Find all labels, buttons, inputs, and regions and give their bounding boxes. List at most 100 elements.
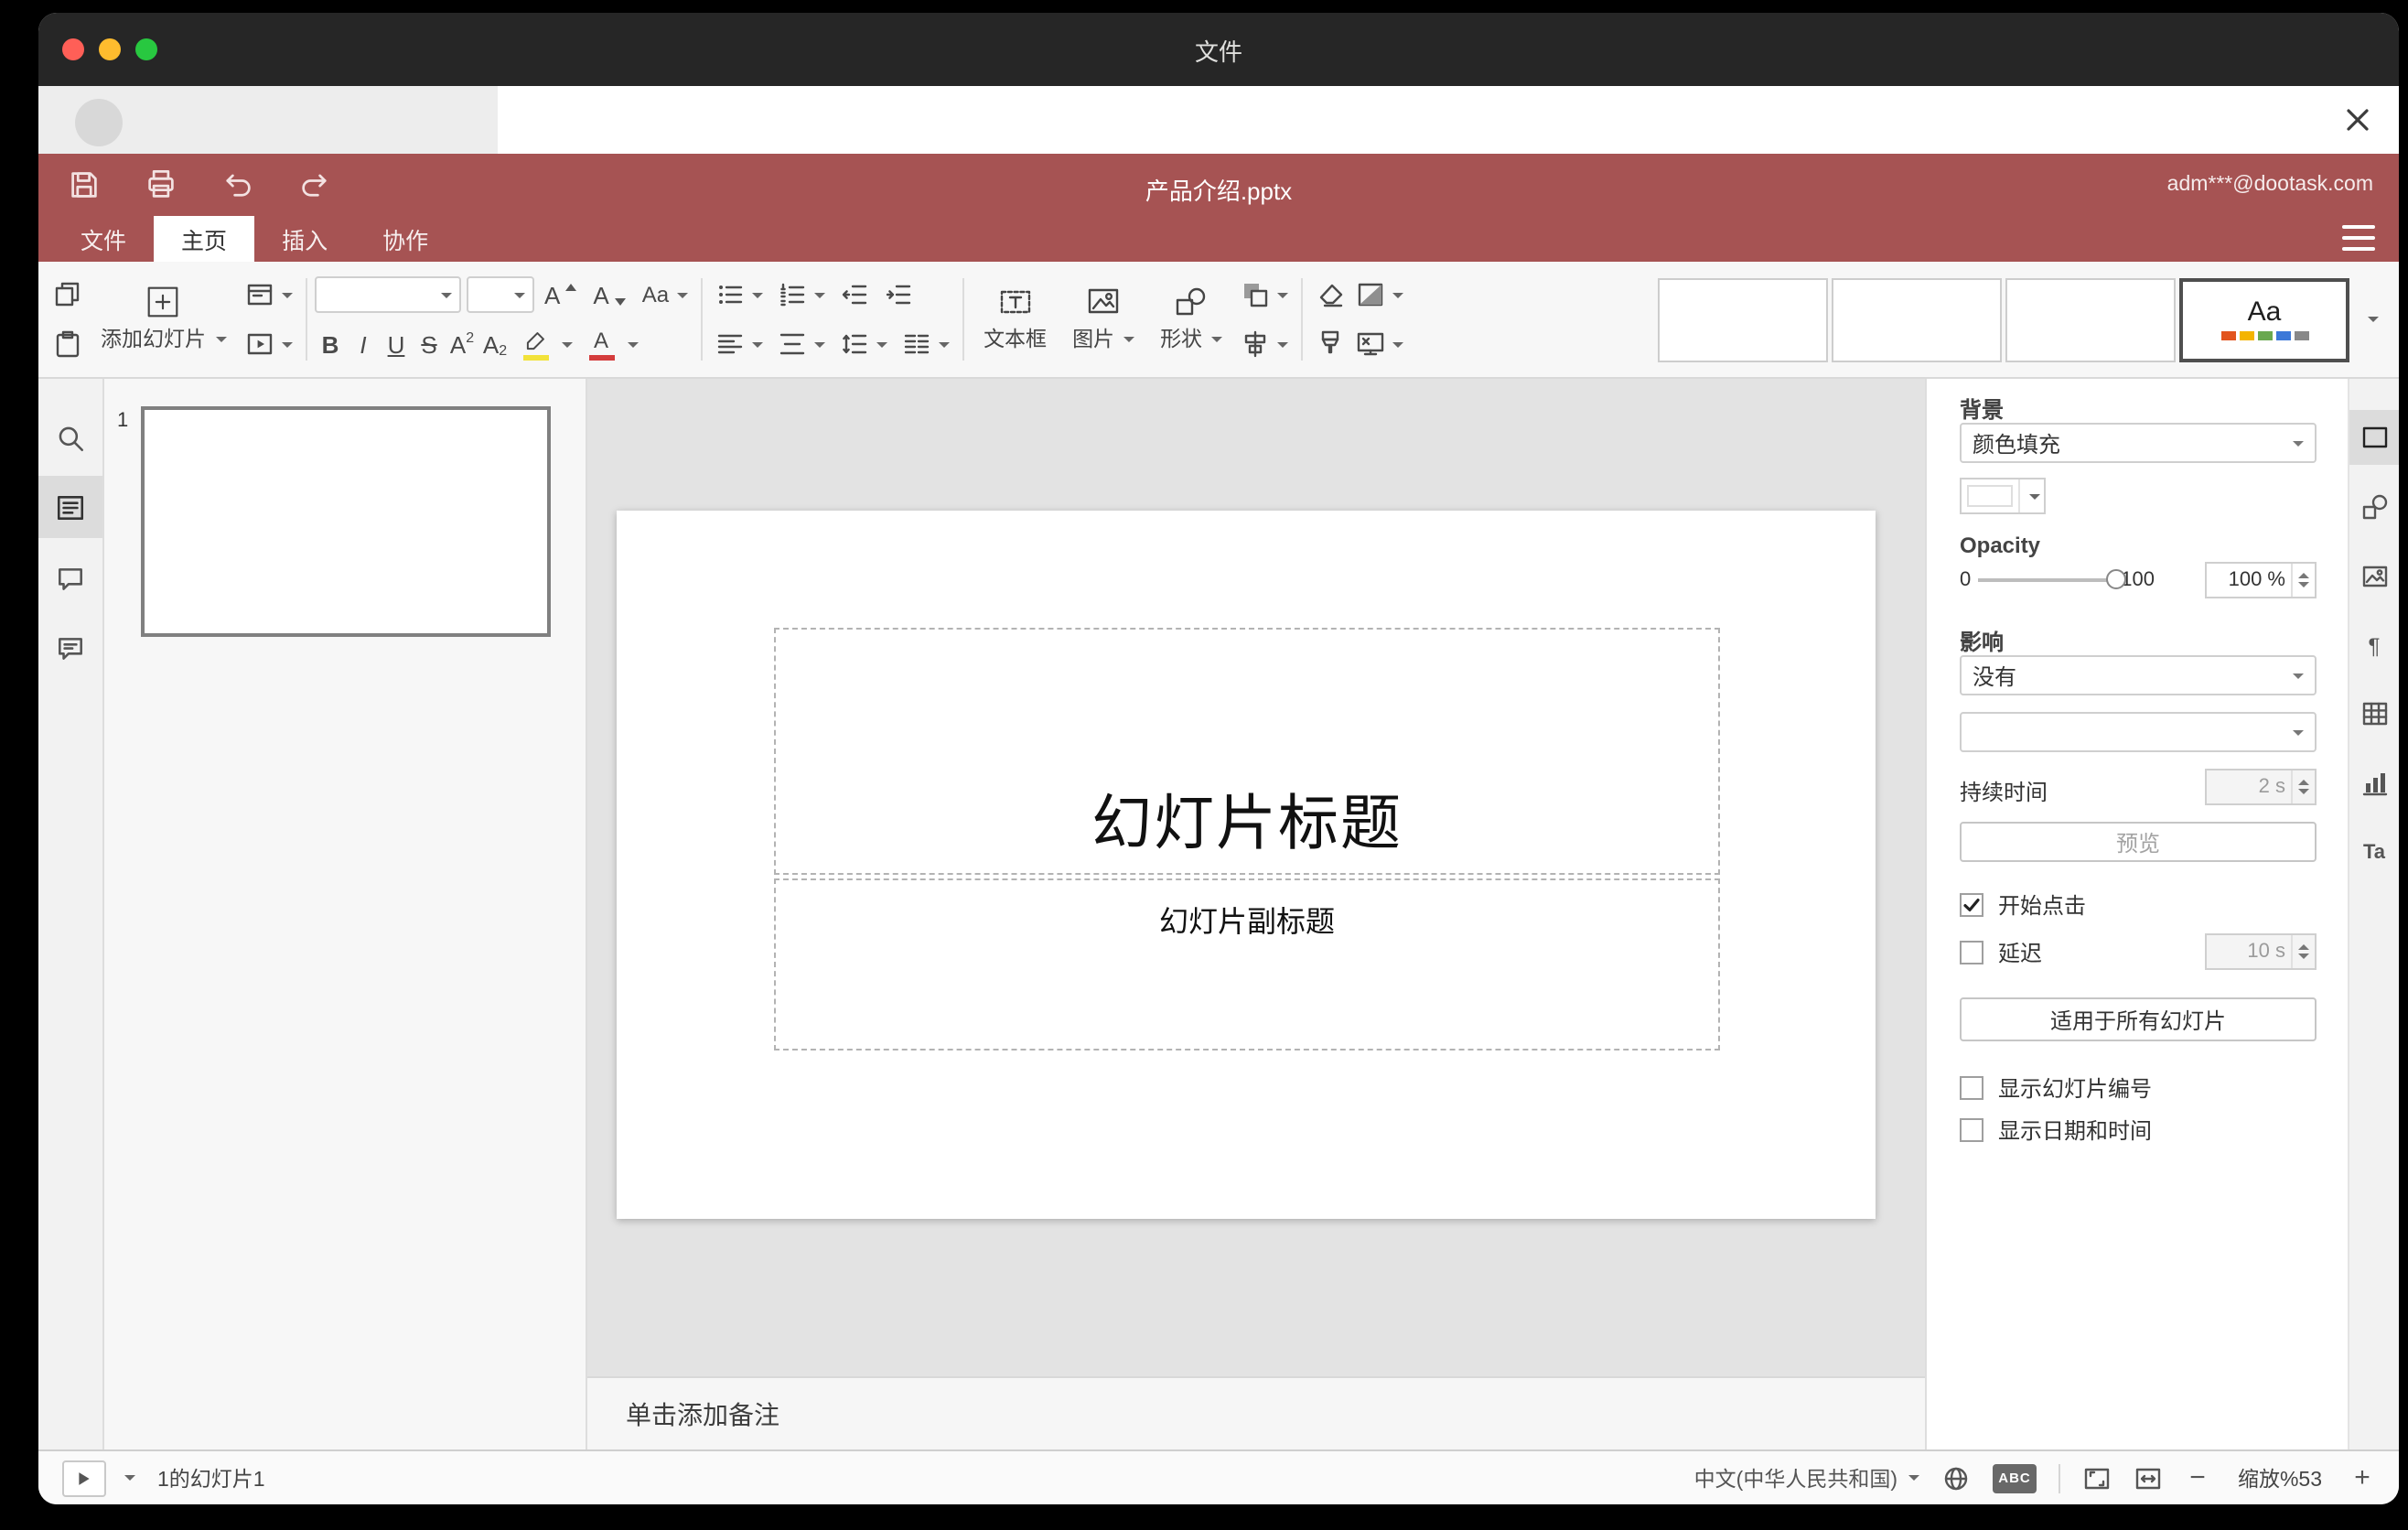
clear-style-button[interactable] (1310, 275, 1350, 315)
show-date-time-row[interactable]: 显示日期和时间 (1960, 1115, 2152, 1146)
insert-textbox-button[interactable]: 文本框 (971, 286, 1059, 353)
start-slideshow-button[interactable] (239, 324, 297, 364)
checkbox-unchecked[interactable] (1960, 1076, 1983, 1100)
fill-type-select[interactable]: 颜色填充 (1960, 423, 2317, 463)
strikeout-button[interactable]: S (413, 324, 446, 364)
tab-textart-settings[interactable]: Ta (2349, 825, 2399, 880)
increase-indent-button[interactable] (877, 275, 918, 315)
theme-tile[interactable] (2005, 277, 2176, 361)
opacity-slider[interactable]: 0 100 (1960, 562, 2201, 598)
duration-spinner[interactable]: 2 s (2205, 769, 2317, 805)
tab-home[interactable]: 主页 (154, 216, 255, 262)
start-on-click-checkbox-row[interactable]: 开始点击 (1960, 889, 2086, 921)
tab-slide-settings[interactable] (2349, 410, 2399, 465)
theme-tile[interactable] (1658, 277, 1828, 361)
print-icon[interactable] (145, 168, 177, 201)
zoom-in-button[interactable]: + (2349, 1462, 2375, 1493)
font-size-select[interactable] (466, 276, 533, 313)
decrease-indent-button[interactable] (833, 275, 874, 315)
tab-file[interactable]: 文件 (53, 216, 154, 262)
tab-table-settings[interactable] (2349, 686, 2399, 741)
arrange-shapes-button[interactable] (1235, 275, 1294, 315)
copy-style-button[interactable] (1310, 324, 1350, 364)
theme-gallery-expand-button[interactable] (2353, 277, 2390, 361)
insert-image-button[interactable]: 图片 (1059, 286, 1147, 353)
undo-icon[interactable] (221, 168, 254, 201)
slide-layout-button[interactable] (239, 275, 297, 315)
save-icon[interactable] (68, 168, 101, 201)
underline-button[interactable]: U (380, 324, 413, 364)
close-icon[interactable] (2340, 102, 2375, 137)
italic-button[interactable]: I (347, 324, 380, 364)
spinner-arrows[interactable] (2291, 564, 2315, 597)
opacity-spinner[interactable]: 100 % (2205, 562, 2317, 598)
checkbox-checked[interactable] (1960, 893, 1983, 917)
increase-font-button[interactable]: A (539, 275, 582, 315)
checkbox-unchecked[interactable] (1960, 1118, 1983, 1142)
slide[interactable]: 幻灯片标题 幻灯片副标题 (617, 511, 1876, 1219)
effect-select[interactable]: 没有 (1960, 655, 2317, 695)
language-select[interactable]: 中文(中华人民共和国) (1694, 1463, 1919, 1492)
sidebar-item-search[interactable] (38, 406, 102, 469)
hamburger-menu-icon[interactable] (2342, 225, 2375, 251)
align-shapes-button[interactable] (1235, 324, 1294, 364)
chevron-down-icon[interactable] (124, 1475, 135, 1481)
notes-area[interactable]: 单击添加备注 (587, 1376, 1925, 1449)
columns-button[interactable] (896, 324, 954, 364)
fullscreen-traffic-light[interactable] (135, 38, 157, 60)
checkbox-unchecked[interactable] (1960, 941, 1983, 964)
vertical-align-button[interactable] (771, 324, 830, 364)
sidebar-item-comments[interactable] (38, 547, 102, 609)
sidebar-item-chat[interactable] (38, 617, 102, 679)
slide-size-button[interactable] (1350, 324, 1409, 364)
font-color-button[interactable]: A (577, 324, 643, 364)
delay-spinner[interactable]: 10 s (2205, 933, 2317, 970)
title-placeholder[interactable]: 幻灯片标题 (774, 628, 1720, 875)
font-name-select[interactable] (314, 276, 460, 313)
add-slide-button[interactable]: 添加幻灯片 (88, 286, 239, 353)
tab-collaborate[interactable]: 协作 (355, 216, 456, 262)
sidebar-item-slides[interactable] (38, 476, 102, 538)
fit-width-icon[interactable] (2134, 1463, 2163, 1492)
close-traffic-light[interactable] (62, 38, 84, 60)
horizontal-align-button[interactable] (709, 324, 768, 364)
minimize-traffic-light[interactable] (99, 38, 121, 60)
superscript-button[interactable]: A2 (446, 324, 478, 364)
tab-image-settings[interactable] (2349, 549, 2399, 604)
redo-icon[interactable] (298, 168, 331, 201)
tab-shape-settings[interactable] (2349, 479, 2399, 534)
spinner-arrows[interactable] (2291, 770, 2315, 803)
slide-thumbnail[interactable] (141, 406, 551, 637)
spinner-arrows[interactable] (2291, 935, 2315, 968)
spellcheck-button[interactable]: ABC (1993, 1463, 2037, 1492)
subscript-button[interactable]: A2 (478, 324, 511, 364)
theme-tile[interactable] (1832, 277, 2002, 361)
bullet-list-button[interactable] (709, 275, 768, 315)
decrease-font-button[interactable]: A (587, 275, 630, 315)
effect-option-select[interactable] (1960, 712, 2317, 752)
theme-tile-selected[interactable]: Aa (2179, 277, 2349, 361)
slide-canvas[interactable]: 幻灯片标题 幻灯片副标题 (587, 379, 1925, 1376)
tab-chart-settings[interactable] (2349, 756, 2399, 811)
slider-track[interactable] (1978, 569, 2127, 589)
tab-paragraph-settings[interactable]: ¶ (2349, 619, 2399, 673)
tab-insert[interactable]: 插入 (254, 216, 355, 262)
numbered-list-button[interactable] (771, 275, 830, 315)
start-slideshow-status-button[interactable] (62, 1460, 106, 1496)
subtitle-placeholder[interactable]: 幻灯片副标题 (774, 878, 1720, 1051)
show-slide-number-row[interactable]: 显示幻灯片编号 (1960, 1072, 2152, 1104)
zoom-out-button[interactable]: − (2185, 1462, 2210, 1493)
change-case-button[interactable]: Aa (637, 275, 693, 315)
paste-button[interactable] (48, 324, 88, 364)
preview-button[interactable]: 预览 (1960, 822, 2317, 862)
fill-color-select[interactable] (1960, 478, 2046, 514)
globe-icon[interactable] (1941, 1463, 1971, 1492)
color-scheme-button[interactable] (1350, 275, 1409, 315)
bold-button[interactable]: B (314, 324, 347, 364)
delay-checkbox-row[interactable]: 延迟 (1960, 937, 2042, 968)
line-spacing-button[interactable] (833, 324, 892, 364)
highlight-color-button[interactable] (511, 324, 577, 364)
copy-button[interactable] (48, 275, 88, 315)
insert-shape-button[interactable]: 形状 (1147, 286, 1235, 353)
apply-to-all-slides-button[interactable]: 适用于所有幻灯片 (1960, 997, 2317, 1041)
